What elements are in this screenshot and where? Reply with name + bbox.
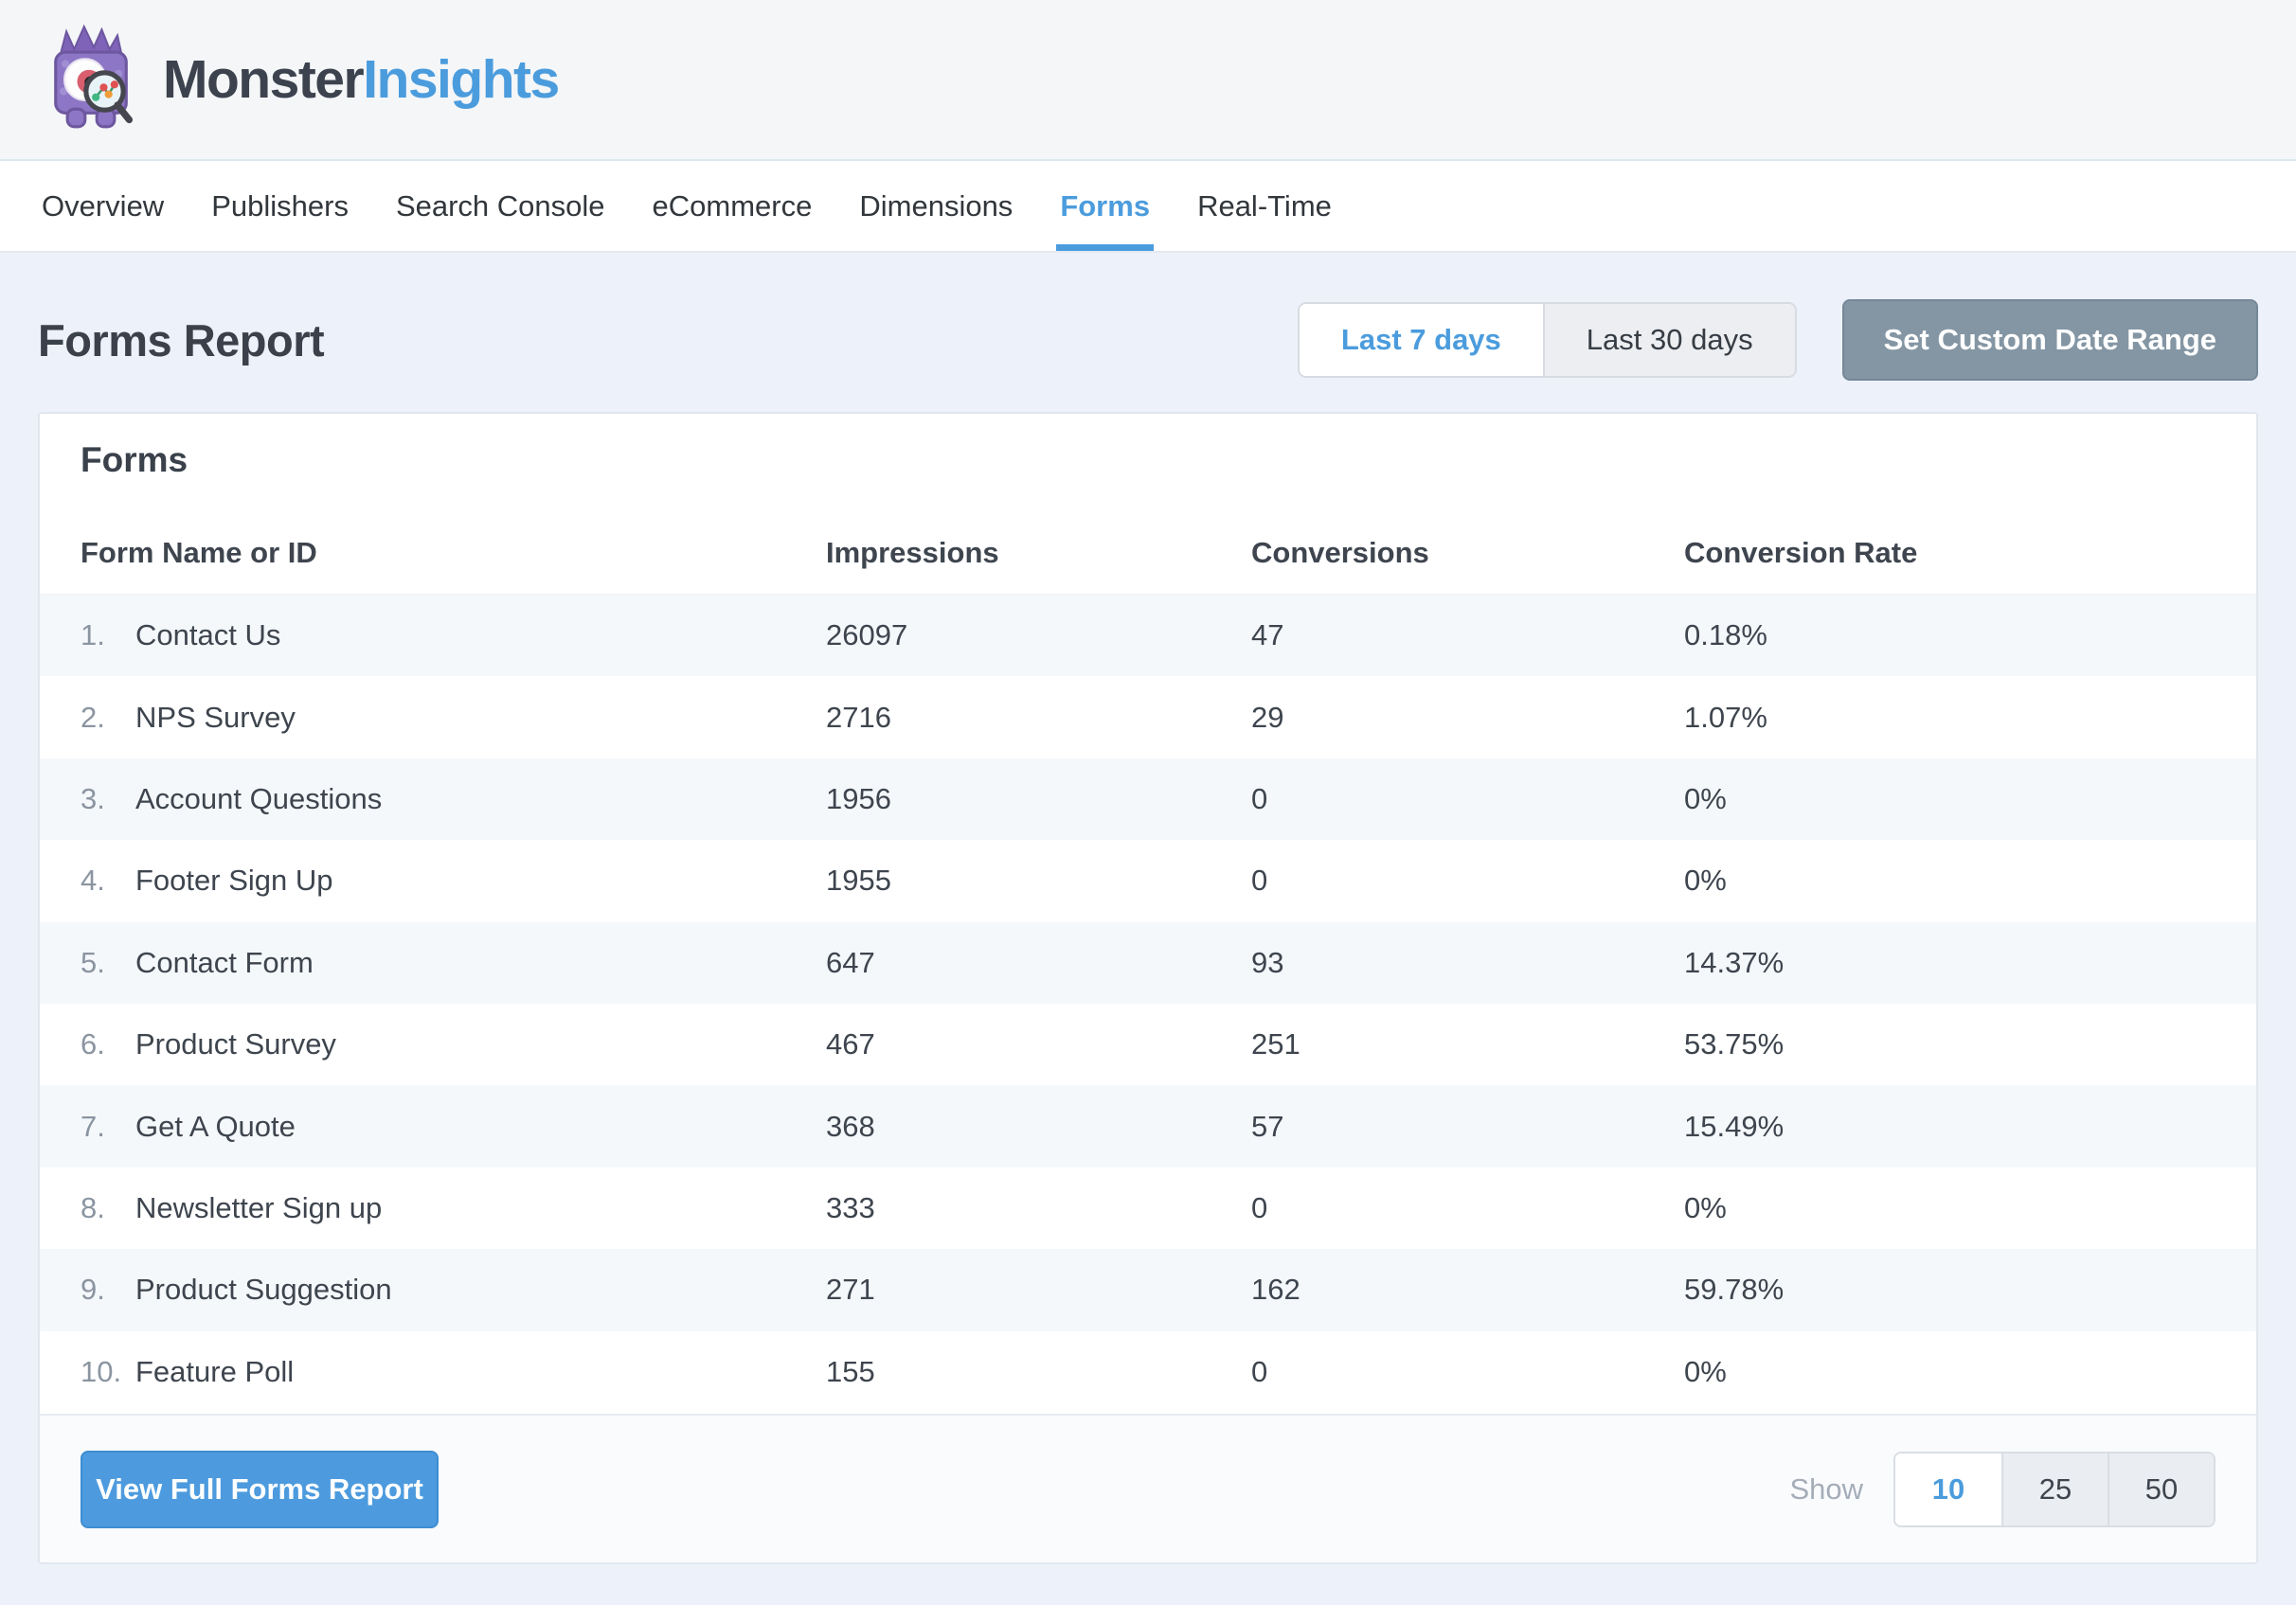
row-rank: 9. (81, 1273, 135, 1307)
report-header-row: Forms Report Last 7 days Last 30 days Se… (38, 298, 2258, 382)
page-size-group: 10 25 50 (1893, 1452, 2215, 1527)
conversions-value: 0 (1251, 1355, 1684, 1389)
page-title: Forms Report (38, 314, 324, 366)
row-rank: 8. (81, 1191, 135, 1225)
row-rank: 2. (81, 701, 135, 735)
table-row: 10. Feature Poll 155 0 0% (40, 1331, 2256, 1413)
form-name: Product Suggestion (135, 1273, 826, 1307)
column-header-form-name: Form Name or ID (81, 536, 826, 570)
view-full-forms-report-button[interactable]: View Full Forms Report (81, 1451, 439, 1528)
impressions-value: 333 (826, 1191, 1251, 1225)
tab-dimensions[interactable]: Dimensions (859, 161, 1013, 251)
table-row: 3. Account Questions 1956 0 0% (40, 758, 2256, 840)
impressions-value: 467 (826, 1027, 1251, 1061)
conversion-rate-value: 0% (1684, 864, 2215, 898)
monsterinsights-logo: MonsterInsights (42, 23, 559, 137)
table-row: 8. Newsletter Sign up 333 0 0% (40, 1168, 2256, 1249)
table-row: 5. Contact Form 647 93 14.37% (40, 922, 2256, 1004)
page-size-controls: Show 10 25 50 (1789, 1452, 2215, 1527)
set-custom-date-range-button[interactable]: Set Custom Date Range (1842, 299, 2258, 381)
row-rank: 3. (81, 782, 135, 816)
conversions-value: 93 (1251, 946, 1684, 980)
conversion-rate-value: 53.75% (1684, 1027, 2215, 1061)
impressions-value: 368 (826, 1110, 1251, 1144)
form-name: Account Questions (135, 782, 826, 816)
impressions-value: 155 (826, 1355, 1251, 1389)
row-rank: 5. (81, 946, 135, 980)
table-row: 6. Product Survey 467 251 53.75% (40, 1004, 2256, 1085)
conversion-rate-value: 59.78% (1684, 1273, 2215, 1307)
show-label: Show (1789, 1472, 1863, 1507)
impressions-value: 647 (826, 946, 1251, 980)
conversion-rate-value: 0.18% (1684, 618, 2215, 652)
row-rank: 10. (81, 1355, 135, 1389)
conversions-value: 0 (1251, 1191, 1684, 1225)
conversions-value: 251 (1251, 1027, 1684, 1061)
page-size-25[interactable]: 25 (2001, 1453, 2108, 1525)
impressions-value: 2716 (826, 701, 1251, 735)
tab-publishers[interactable]: Publishers (211, 161, 349, 251)
date-range-last-7-days[interactable]: Last 7 days (1300, 304, 1543, 376)
impressions-value: 1955 (826, 864, 1251, 898)
table-row: 4. Footer Sign Up 1955 0 0% (40, 840, 2256, 921)
column-header-conversion-rate: Conversion Rate (1684, 536, 2215, 570)
conversions-value: 29 (1251, 701, 1684, 735)
table-row: 7. Get A Quote 368 57 15.49% (40, 1085, 2256, 1167)
conversion-rate-value: 0% (1684, 1191, 2215, 1225)
date-range-last-30-days[interactable]: Last 30 days (1543, 304, 1795, 376)
form-name: Contact Us (135, 618, 826, 652)
main-content: Forms Report Last 7 days Last 30 days Se… (0, 298, 2296, 1564)
impressions-value: 1956 (826, 782, 1251, 816)
app-header: MonsterInsights (0, 0, 2296, 161)
conversion-rate-value: 15.49% (1684, 1110, 2215, 1144)
row-rank: 7. (81, 1110, 135, 1144)
form-name: NPS Survey (135, 701, 826, 735)
card-footer: View Full Forms Report Show 10 25 50 (40, 1414, 2256, 1562)
impressions-value: 271 (826, 1273, 1251, 1307)
date-range-toggle: Last 7 days Last 30 days (1298, 302, 1797, 378)
page-size-50[interactable]: 50 (2108, 1453, 2214, 1525)
table-row: 9. Product Suggestion 271 162 59.78% (40, 1249, 2256, 1330)
row-rank: 4. (81, 864, 135, 898)
column-header-conversions: Conversions (1251, 536, 1684, 570)
page-size-10[interactable]: 10 (1895, 1453, 2001, 1525)
form-name: Newsletter Sign up (135, 1191, 826, 1225)
monsterinsights-monster-icon (42, 23, 140, 137)
card-title: Forms (81, 440, 2215, 480)
conversions-value: 47 (1251, 618, 1684, 652)
brand-name: MonsterInsights (163, 48, 559, 111)
tab-forms[interactable]: Forms (1060, 161, 1150, 251)
conversions-value: 162 (1251, 1273, 1684, 1307)
form-name: Footer Sign Up (135, 864, 826, 898)
tab-overview[interactable]: Overview (42, 161, 164, 251)
row-rank: 6. (81, 1027, 135, 1061)
form-name: Feature Poll (135, 1355, 826, 1389)
conversion-rate-value: 14.37% (1684, 946, 2215, 980)
form-name: Contact Form (135, 946, 826, 980)
date-controls: Last 7 days Last 30 days Set Custom Date… (1298, 299, 2258, 381)
form-name: Product Survey (135, 1027, 826, 1061)
report-nav: Overview Publishers Search Console eComm… (0, 161, 2296, 253)
table-body: 1. Contact Us 26097 47 0.18% 2. NPS Surv… (40, 595, 2256, 1413)
tab-ecommerce[interactable]: eCommerce (653, 161, 813, 251)
impressions-value: 26097 (826, 618, 1251, 652)
tab-real-time[interactable]: Real-Time (1197, 161, 1332, 251)
conversion-rate-value: 0% (1684, 1355, 2215, 1389)
conversions-value: 0 (1251, 864, 1684, 898)
row-rank: 1. (81, 618, 135, 652)
form-name: Get A Quote (135, 1110, 826, 1144)
column-header-impressions: Impressions (826, 536, 1251, 570)
forms-report-card: Forms Form Name or ID Impressions Conver… (38, 412, 2258, 1564)
table-row: 2. NPS Survey 2716 29 1.07% (40, 676, 2256, 758)
table-header-row: Form Name or ID Impressions Conversions … (40, 511, 2256, 595)
table-row: 1. Contact Us 26097 47 0.18% (40, 595, 2256, 676)
conversions-value: 0 (1251, 782, 1684, 816)
tab-search-console[interactable]: Search Console (396, 161, 605, 251)
conversion-rate-value: 0% (1684, 782, 2215, 816)
conversion-rate-value: 1.07% (1684, 701, 2215, 735)
conversions-value: 57 (1251, 1110, 1684, 1144)
